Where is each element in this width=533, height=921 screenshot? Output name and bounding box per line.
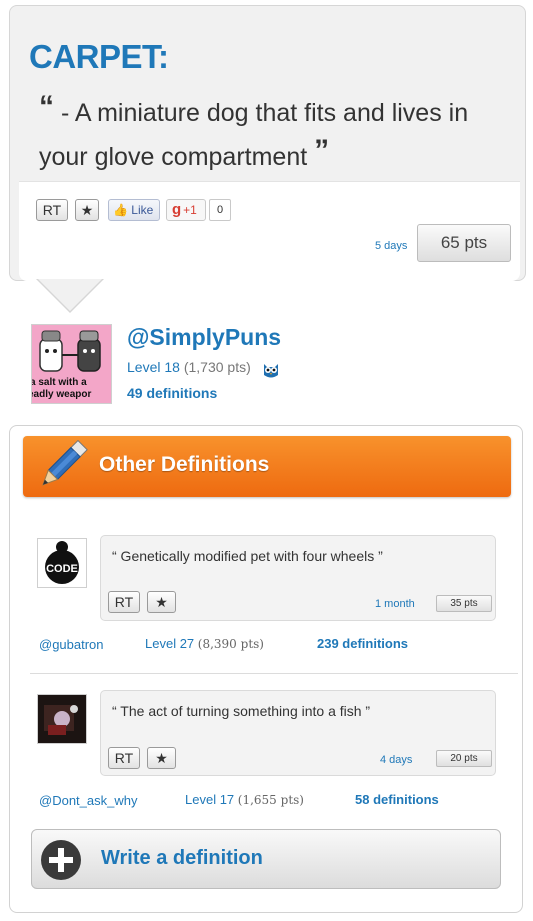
- entry-2-level[interactable]: Level 17: [185, 792, 234, 807]
- entry-1-level[interactable]: Level 27: [145, 636, 194, 651]
- entries-divider: [30, 673, 518, 674]
- google-plus-icon: g: [172, 201, 182, 218]
- salt-shakers-icon: a salt with a eadly weapor: [32, 325, 111, 403]
- definition-text: “ - A miniature dog that fits and lives …: [39, 88, 519, 176]
- entry-1-points-button[interactable]: 35 pts: [436, 595, 492, 612]
- other-definitions-title: Other Definitions: [99, 453, 270, 476]
- like-label: Like: [131, 203, 154, 217]
- entry-2-level-points: (1,655 pts): [237, 793, 304, 807]
- entry-2-handle[interactable]: @Dont_ask_why: [39, 793, 137, 808]
- entry-2-avatar[interactable]: [37, 694, 87, 744]
- entry-2-level-row: Level 17 (1,655 pts): [185, 792, 304, 807]
- avatar-caption-2: eadly weapor: [32, 389, 91, 400]
- author-points: (1,730 pts): [183, 359, 251, 375]
- facebook-like-button[interactable]: 👍 Like: [108, 199, 160, 221]
- entry-1-time: 1 month: [375, 598, 415, 610]
- defined-word: CARPET:: [29, 38, 169, 75]
- avatar-code-text: CODE: [46, 563, 78, 575]
- entry-2-time: 4 days: [380, 754, 413, 766]
- entry-2-favorite-button[interactable]: ★: [147, 747, 176, 769]
- pencil-icon: [42, 439, 88, 486]
- favorite-button[interactable]: ★: [75, 199, 99, 221]
- definition-body: - A miniature dog that fits and lives in…: [39, 99, 469, 171]
- google-plus-count: 0: [209, 199, 231, 221]
- entry-1-level-points: (8,390 pts): [197, 637, 264, 651]
- plus-circle-icon: [41, 840, 81, 880]
- author-level[interactable]: Level 18: [127, 359, 180, 375]
- open-quote: “: [39, 90, 54, 123]
- thumbs-up-icon: 👍: [113, 203, 128, 217]
- google-plus-label: +1: [183, 203, 197, 217]
- entry-1-avatar[interactable]: CODE: [37, 538, 87, 588]
- speech-pointer-fill: [38, 279, 102, 311]
- entry-1-bubble: “ Genetically modified pet with four whe…: [100, 535, 496, 621]
- entry-2-bubble: “ The act of turning something into a fi…: [100, 690, 496, 776]
- close-quote: ”: [314, 134, 330, 167]
- retweet-button[interactable]: RT: [36, 199, 68, 221]
- definition-actions: RT ★ 👍 Like g +1 0 5 days 65 pts: [19, 181, 520, 281]
- entry-1-definitions-link[interactable]: 239 definitions: [317, 636, 408, 651]
- entry-1-favorite-button[interactable]: ★: [147, 591, 176, 613]
- author-handle[interactable]: @SimplyPuns: [127, 324, 281, 351]
- write-definition-label: Write a definition: [101, 847, 263, 869]
- entry-2-definitions-link[interactable]: 58 definitions: [355, 792, 439, 807]
- avatar-caption-1: a salt with a: [32, 377, 87, 388]
- owl-badge-icon: [264, 364, 278, 378]
- entry-2-retweet-button[interactable]: RT: [108, 747, 140, 769]
- author-level-row: Level 18 (1,730 pts): [127, 359, 251, 375]
- entry-2-text: “ The act of turning something into a fi…: [112, 703, 371, 719]
- author-avatar[interactable]: a salt with a eadly weapor: [31, 324, 112, 404]
- points-button[interactable]: 65 pts: [417, 224, 511, 262]
- other-definitions-header: Other Definitions: [23, 436, 511, 497]
- entry-1-retweet-button[interactable]: RT: [108, 591, 140, 613]
- definition-time: 5 days: [375, 240, 408, 252]
- entry-2-points-button[interactable]: 20 pts: [436, 750, 492, 767]
- dark-photo-avatar-icon: [38, 695, 86, 743]
- entry-1-text: “ Genetically modified pet with four whe…: [112, 548, 383, 564]
- definition-card: CARPET: “ - A miniature dog that fits an…: [9, 5, 526, 281]
- entry-1-level-row: Level 27 (8,390 pts): [145, 636, 264, 651]
- write-definition-button[interactable]: Write a definition: [31, 829, 501, 889]
- entry-1-handle[interactable]: @gubatron: [39, 637, 104, 652]
- code-logo-icon: CODE: [38, 539, 86, 587]
- author-definitions-link[interactable]: 49 definitions: [127, 385, 217, 401]
- google-plus-button[interactable]: g +1: [166, 199, 206, 221]
